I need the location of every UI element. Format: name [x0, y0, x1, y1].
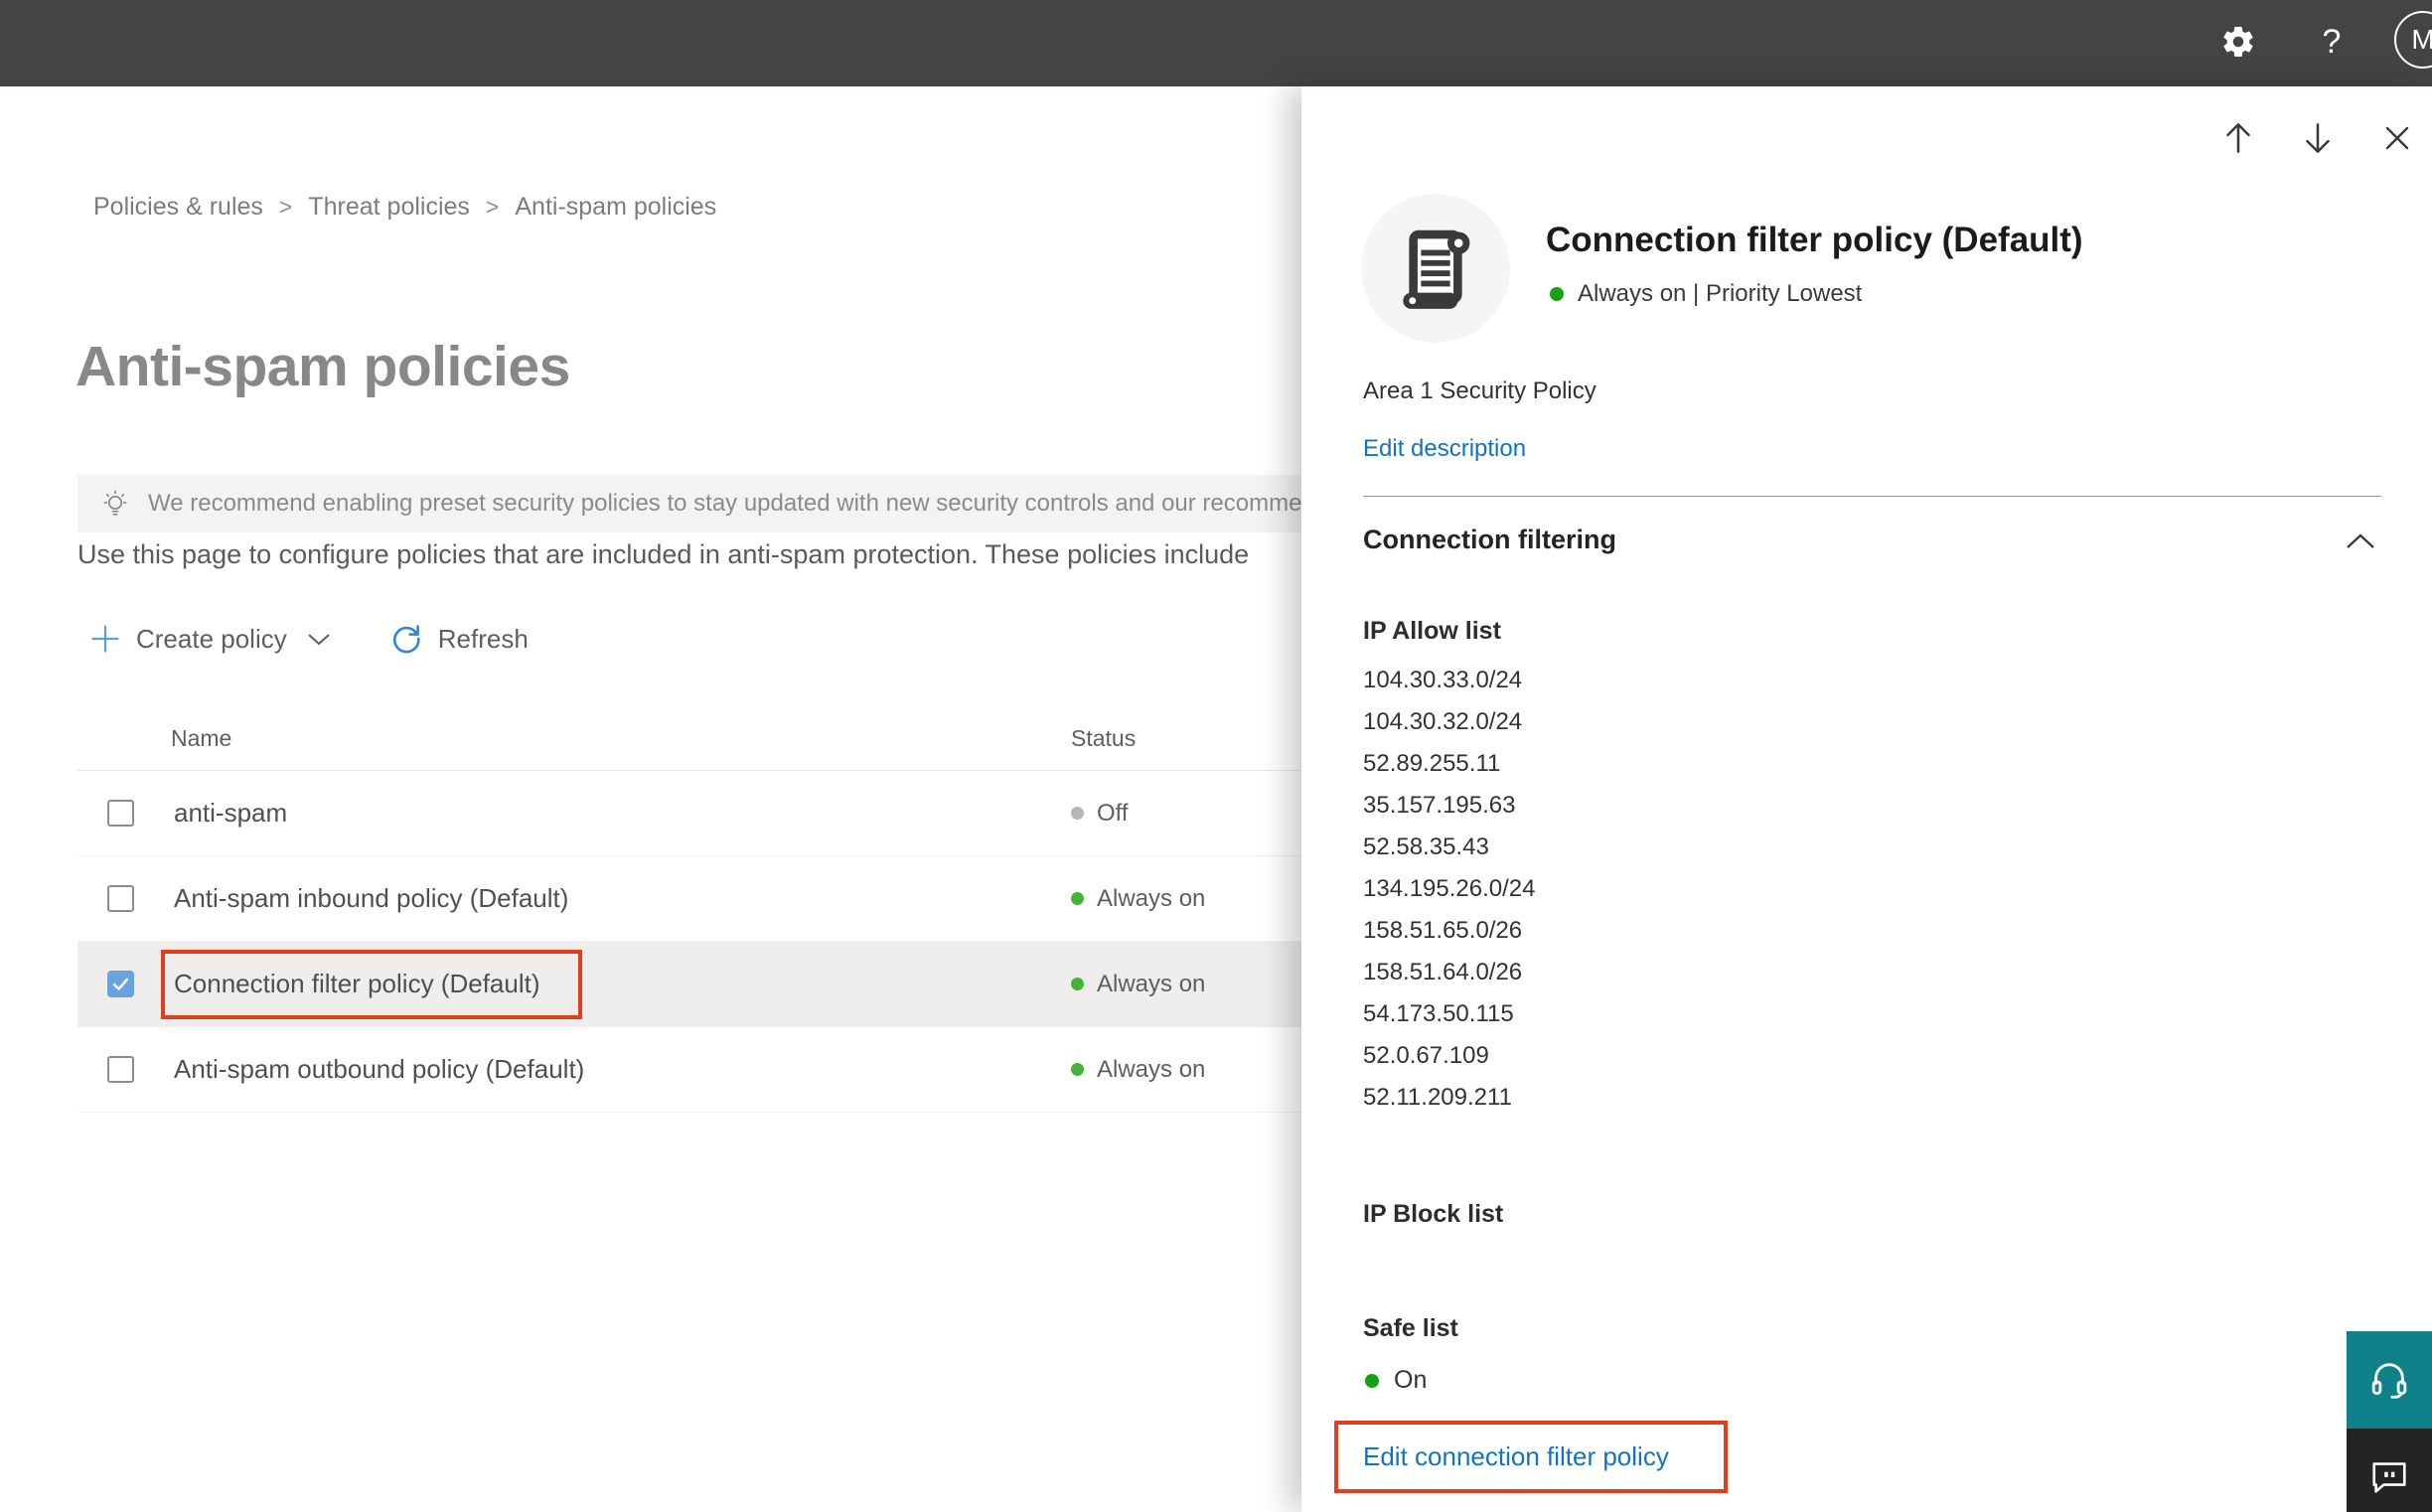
previous-item-button[interactable] — [2214, 114, 2262, 162]
row-checkbox-checked[interactable] — [107, 971, 134, 997]
help-button[interactable]: ? — [2305, 15, 2358, 69]
status-cell: Always on — [1071, 971, 1205, 998]
section-title-connection-filtering: Connection filtering — [1363, 525, 1616, 554]
ip-address: 104.30.32.0/24 — [1363, 708, 1523, 735]
ip-address: 54.173.50.115 — [1363, 1000, 1514, 1027]
status-text: On — [1394, 1366, 1428, 1394]
settings-button[interactable] — [2211, 15, 2265, 69]
gear-icon — [2220, 24, 2256, 60]
column-header-name[interactable]: Name — [171, 725, 231, 752]
page-description: Use this page to configure policies that… — [77, 539, 1250, 569]
ip-address: 134.195.26.0/24 — [1363, 875, 1536, 902]
table-row[interactable]: Anti-spam outbound policy (Default) Alwa… — [77, 1027, 1302, 1113]
scroll-icon — [1393, 223, 1478, 315]
status-label: Always on — [1097, 884, 1206, 912]
ip-block-list-heading: IP Block list — [1363, 1200, 1504, 1228]
ip-address: 52.58.35.43 — [1363, 833, 1489, 860]
table-header: Name Status — [77, 699, 1302, 771]
policy-description: Area 1 Security Policy — [1363, 378, 1596, 404]
status-dot — [1071, 1063, 1084, 1076]
status-cell: Always on — [1071, 1056, 1205, 1084]
row-checkbox[interactable] — [107, 885, 134, 912]
edit-description-link[interactable]: Edit description — [1363, 435, 1526, 463]
divider — [1363, 496, 2381, 497]
ip-address: 52.11.209.211 — [1363, 1084, 1512, 1111]
safe-list-heading: Safe list — [1363, 1314, 1458, 1342]
policy-icon-circle — [1361, 194, 1510, 343]
annotation-highlight-box: Edit connection filter policy — [1334, 1421, 1728, 1493]
status-dot — [1550, 287, 1564, 301]
safe-list-status: On — [1365, 1366, 1427, 1395]
breadcrumb-policies-rules[interactable]: Policies & rules — [93, 193, 263, 222]
flyout-status-line: Always on | Priority Lowest — [1550, 280, 1862, 308]
table-row[interactable]: Anti-spam inbound policy (Default) Alway… — [77, 856, 1302, 942]
flyout-panel: Connection filter policy (Default) Alway… — [1301, 86, 2432, 1512]
column-header-status[interactable]: Status — [1071, 725, 1136, 752]
status-label: Always on — [1097, 970, 1206, 997]
ip-address: 158.51.65.0/26 — [1363, 917, 1523, 944]
chat-bubble-icon — [2368, 1455, 2410, 1497]
status-cell: Always on — [1071, 885, 1205, 913]
help-icon: ? — [2322, 22, 2342, 61]
page-title: Anti-spam policies — [76, 335, 570, 398]
row-checkbox[interactable] — [107, 1056, 134, 1083]
policy-name-highlighted[interactable]: Connection filter policy (Default) — [161, 949, 582, 1019]
collapse-section-button[interactable] — [2343, 525, 2386, 558]
status-dot — [1071, 978, 1084, 990]
breadcrumb-anti-spam-policies[interactable]: Anti-spam policies — [515, 193, 716, 222]
plus-icon — [89, 623, 121, 655]
refresh-button[interactable]: Refresh — [389, 622, 529, 656]
arrow-up-icon — [2217, 117, 2259, 159]
ip-address: 158.51.64.0/26 — [1363, 959, 1523, 985]
status-dot — [1365, 1373, 1379, 1388]
toolbar: Create policy Refresh — [89, 614, 529, 664]
policy-name[interactable]: anti-spam — [174, 798, 287, 829]
table-row-selected[interactable]: Connection filter policy (Default) Alway… — [77, 942, 1302, 1027]
breadcrumb: Policies & rules > Threat policies > Ant… — [93, 193, 716, 222]
refresh-icon — [389, 622, 423, 656]
avatar[interactable]: M — [2394, 11, 2432, 69]
ip-address: 52.89.255.11 — [1363, 750, 1501, 777]
topbar: ? M — [0, 0, 2432, 86]
policy-name[interactable]: Anti-spam inbound policy (Default) — [174, 883, 568, 914]
breadcrumb-threat-policies[interactable]: Threat policies — [308, 193, 470, 222]
close-icon — [2377, 118, 2417, 158]
breadcrumb-separator: > — [278, 194, 293, 220]
headset-icon — [2366, 1357, 2412, 1403]
ip-allow-list: 104.30.33.0/24 104.30.32.0/24 52.89.255.… — [1363, 660, 1536, 1119]
ip-address: 35.157.195.63 — [1363, 792, 1516, 819]
status-text: Always on | Priority Lowest — [1578, 280, 1863, 307]
ip-address: 52.0.67.109 — [1363, 1042, 1489, 1069]
row-checkbox[interactable] — [107, 800, 134, 827]
banner-text: We recommend enabling preset security po… — [148, 490, 1302, 517]
status-dot — [1071, 892, 1084, 905]
screen: ? M Policies & rules > Threat policies >… — [0, 0, 2432, 1512]
chevron-up-icon — [2343, 529, 2386, 553]
support-button[interactable] — [2347, 1331, 2432, 1429]
check-icon — [110, 974, 131, 994]
policy-name[interactable]: Anti-spam outbound policy (Default) — [174, 1054, 584, 1085]
recommendation-banner: We recommend enabling preset security po… — [77, 475, 1302, 532]
close-flyout-button[interactable] — [2373, 114, 2421, 162]
feedback-button[interactable] — [2347, 1429, 2432, 1512]
lightbulb-icon — [99, 488, 131, 520]
next-item-button[interactable] — [2294, 114, 2342, 162]
chevron-down-icon — [306, 631, 332, 648]
ip-address: 104.30.33.0/24 — [1363, 667, 1523, 693]
edit-connection-filter-policy-link[interactable]: Edit connection filter policy — [1363, 1441, 1669, 1472]
status-cell: Off — [1071, 800, 1129, 828]
flyout-title: Connection filter policy (Default) — [1546, 221, 2083, 259]
status-dot — [1071, 807, 1084, 820]
create-policy-button[interactable]: Create policy — [89, 623, 332, 655]
status-label: Always on — [1097, 1055, 1206, 1083]
status-label: Off — [1097, 799, 1129, 827]
arrow-down-icon — [2297, 117, 2339, 159]
breadcrumb-separator: > — [485, 194, 500, 220]
avatar-initial: M — [2411, 24, 2432, 55]
ip-allow-list-heading: IP Allow list — [1363, 617, 1501, 645]
table-row[interactable]: anti-spam Off — [77, 771, 1302, 856]
policy-table: Name Status anti-spam Off Anti-spam inbo… — [77, 699, 1302, 1113]
